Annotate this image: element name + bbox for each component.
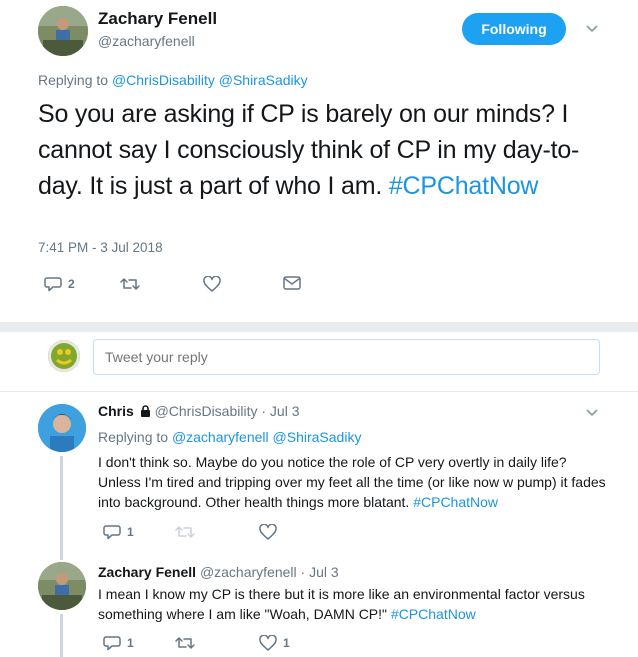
tweet-date[interactable]: · Jul 3 [261,403,299,419]
retweet-action[interactable] [175,524,195,540]
reply-compose [0,332,638,392]
chevron-down-icon[interactable] [585,406,599,420]
reply-count: 1 [127,636,134,650]
hashtag-link[interactable]: #CPChatNow [391,606,476,622]
author-name[interactable]: Zachary Fenell [98,9,217,29]
retweet-icon [175,637,195,649]
mention-link[interactable]: @zacharyfenell [172,429,269,445]
section-divider [0,322,638,332]
reply-tweet[interactable]: Chris @ChrisDisability · Jul 3 Replying … [0,392,638,554]
reply-icon [103,525,121,540]
tweet-text: I don't think so. Maybe do you notice th… [98,454,606,510]
like-icon [203,276,221,292]
author-handle[interactable]: @zacharyfenell [200,564,297,580]
retweet-icon [120,278,140,290]
mention-link[interactable]: @ChrisDisability [112,72,215,88]
like-icon [259,635,277,651]
author-handle[interactable]: @ChrisDisability [155,403,258,419]
chevron-down-icon[interactable] [585,22,599,36]
tweet-text: I mean I know my CP is there but it is m… [98,586,585,622]
reply-action[interactable]: 1 [103,524,134,540]
reply-input[interactable] [93,339,600,375]
tweet-date[interactable]: · Jul 3 [301,564,339,580]
like-icon [259,524,277,540]
following-button[interactable]: Following [462,13,566,45]
retweet-action[interactable] [120,276,140,292]
reply-header: Chris @ChrisDisability · Jul 3 [98,403,300,419]
reply-action[interactable]: 1 [103,635,134,651]
avatar[interactable] [38,562,86,610]
message-action[interactable] [283,276,301,290]
reply-count: 1 [127,525,134,539]
thread-line [60,614,63,657]
mention-link[interactable]: @ShiraSadiky [219,72,308,88]
tweet-timestamp[interactable]: 7:41 PM - 3 Jul 2018 [38,240,163,255]
lock-icon [140,405,150,417]
mention-link[interactable]: @ShiraSadiky [273,429,362,445]
retweet-icon [175,526,195,538]
tweet-text: So you are asking if CP is barely on our… [38,100,580,200]
author-handle[interactable]: @zacharyfenell [98,33,195,49]
replying-to: Replying to @zacharyfenell @ShiraSadiky [98,429,362,445]
retweet-action[interactable] [175,635,195,651]
reply-icon [44,277,62,292]
like-action[interactable] [259,524,277,540]
author-name[interactable]: Zachary Fenell [98,564,196,580]
reply-count: 2 [68,277,75,291]
reply-icon [103,636,121,651]
reply-header: Zachary Fenell @zacharyfenell · Jul 3 [98,564,339,580]
message-icon [283,276,301,290]
hashtag-link[interactable]: #CPChatNow [389,172,539,200]
like-action[interactable] [203,276,221,292]
thread-line [60,554,63,560]
like-count: 1 [283,636,290,650]
replying-to: Replying to @ChrisDisability @ShiraSadik… [38,72,308,88]
author-name[interactable]: Chris [98,403,134,419]
main-tweet: Zachary Fenell @zacharyfenell Following … [0,0,638,322]
reply-action[interactable]: 2 [44,276,75,292]
hashtag-link[interactable]: #CPChatNow [413,494,498,510]
thread-line [60,456,63,554]
like-action[interactable]: 1 [259,635,290,651]
reply-tweet[interactable]: Zachary Fenell @zacharyfenell · Jul 3 I … [0,554,638,657]
avatar[interactable] [38,404,86,452]
avatar [48,340,80,372]
avatar[interactable] [38,6,88,56]
